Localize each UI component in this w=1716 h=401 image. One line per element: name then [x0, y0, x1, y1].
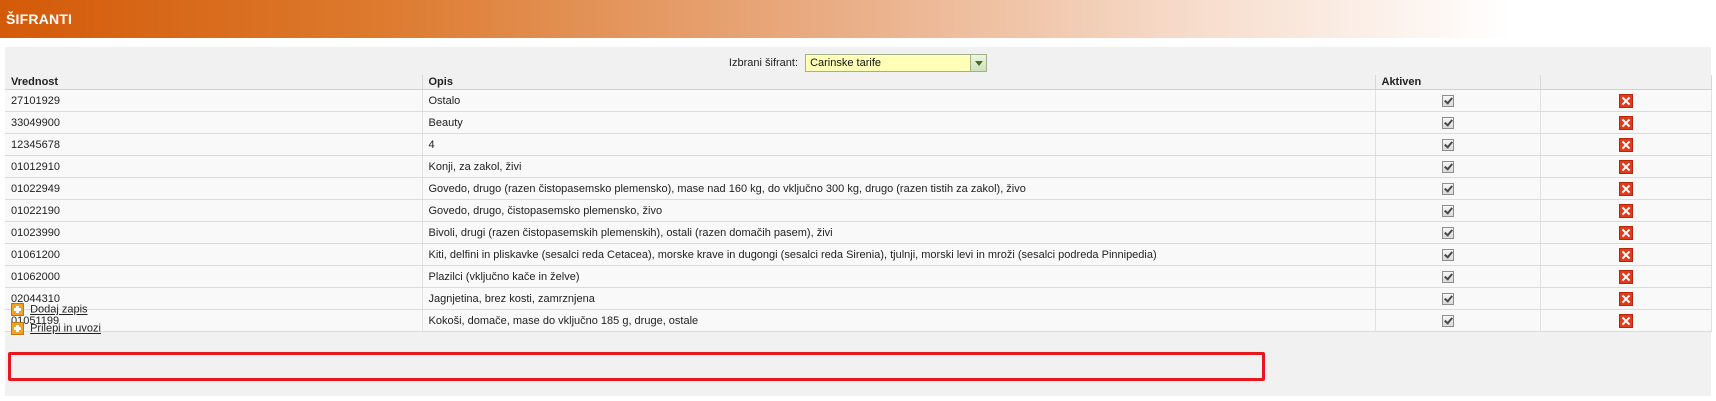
cell-actions — [1540, 265, 1712, 288]
delete-icon[interactable] — [1618, 159, 1633, 174]
cell-aktiven — [1375, 243, 1541, 266]
delete-icon[interactable] — [1618, 291, 1633, 306]
codelist-selector-label: Izbrani šifrant: — [728, 57, 799, 69]
paste-import-link[interactable]: Prilepi in uvozi — [30, 323, 101, 335]
column-header-actions — [1540, 75, 1712, 90]
delete-icon[interactable] — [1618, 313, 1633, 328]
delete-icon[interactable] — [1618, 181, 1633, 196]
paste-import-action[interactable]: Prilepi in uvozi — [11, 322, 101, 335]
column-header-aktiven[interactable]: Aktiven — [1375, 75, 1541, 90]
cell-opis: Govedo, drugo, čistopasemsko plemensko, … — [422, 199, 1376, 222]
table-row[interactable]: 01061200 Kiti, delfini in pliskavke (sesa… — [5, 243, 1712, 266]
cell-actions — [1540, 155, 1712, 178]
cell-opis: Jagnjetina, brez kosti, zamrznjena — [422, 287, 1376, 310]
codelist-select-value: Carinske tarife — [810, 57, 881, 69]
delete-icon[interactable] — [1618, 247, 1633, 262]
cell-aktiven — [1375, 221, 1541, 244]
active-checkbox[interactable] — [1441, 204, 1454, 217]
delete-icon[interactable] — [1618, 115, 1633, 130]
delete-icon[interactable] — [1618, 225, 1633, 240]
cell-actions — [1540, 177, 1712, 200]
cell-vrednost: 12345678 — [5, 133, 423, 156]
active-checkbox[interactable] — [1441, 94, 1454, 107]
active-checkbox[interactable] — [1441, 116, 1454, 129]
cell-aktiven — [1375, 265, 1541, 288]
active-checkbox[interactable] — [1441, 160, 1454, 173]
table-row[interactable]: 01062000 Plazilci (vključno kače in želve… — [5, 265, 1712, 288]
table-header-row: Vrednost Opis Aktiven — [5, 75, 1712, 90]
active-checkbox[interactable] — [1441, 270, 1454, 283]
column-header-opis[interactable]: Opis — [422, 75, 1376, 90]
page-header: ŠIFRANTI — [0, 0, 1716, 38]
delete-icon[interactable] — [1618, 269, 1633, 284]
cell-aktiven — [1375, 111, 1541, 134]
cell-vrednost: 01061200 — [5, 243, 423, 266]
table-row[interactable]: 01023990 Bivoli, drugi (razen čistopasems… — [5, 221, 1712, 244]
cell-actions — [1540, 111, 1712, 134]
cell-vrednost: 01022190 — [5, 199, 423, 222]
cell-actions — [1540, 133, 1712, 156]
cell-vrednost: 01022949 — [5, 177, 423, 200]
table-row[interactable]: 12345678 4 — [5, 133, 1712, 156]
table-row[interactable]: 01051199 Kokoši, domače, mase do vključno… — [5, 309, 1712, 332]
cell-vrednost: 01023990 — [5, 221, 423, 244]
cell-aktiven — [1375, 199, 1541, 222]
codelist-selector-bar: Izbrani šifrant: Carinske tarife — [5, 54, 1711, 74]
table-row[interactable]: 01022190 Govedo, drugo, čistopasemsko ple… — [5, 199, 1712, 222]
cell-opis: Plazilci (vključno kače in želve) — [422, 265, 1376, 288]
cell-actions — [1540, 221, 1712, 244]
cell-actions — [1540, 243, 1712, 266]
cell-aktiven — [1375, 155, 1541, 178]
content-panel: Izbrani šifrant: Carinske tarife Vrednos… — [5, 47, 1712, 396]
cell-vrednost: 01012910 — [5, 155, 423, 178]
cell-actions — [1540, 89, 1712, 112]
cell-opis: Ostalo — [422, 89, 1376, 112]
cell-aktiven — [1375, 133, 1541, 156]
cell-aktiven — [1375, 287, 1541, 310]
cell-actions — [1540, 287, 1712, 310]
cell-actions — [1540, 309, 1712, 332]
cell-opis: Kiti, delfini in pliskavke (sesalci reda… — [422, 243, 1376, 266]
active-checkbox[interactable] — [1441, 226, 1454, 239]
cell-actions — [1540, 199, 1712, 222]
codelist-select[interactable]: Carinske tarife — [805, 54, 988, 72]
cell-opis: Beauty — [422, 111, 1376, 134]
cell-vrednost: 27101929 — [5, 89, 423, 112]
plus-icon — [11, 322, 24, 335]
cell-aktiven — [1375, 309, 1541, 332]
cell-vrednost: 01062000 — [5, 265, 423, 288]
delete-icon[interactable] — [1618, 93, 1633, 108]
column-header-vrednost[interactable]: Vrednost — [5, 75, 423, 90]
cell-opis: Bivoli, drugi (razen čistopasemskih plem… — [422, 221, 1376, 244]
cell-opis: Konji, za zakol, živi — [422, 155, 1376, 178]
delete-icon[interactable] — [1618, 137, 1633, 152]
table-row[interactable]: 33049900 Beauty — [5, 111, 1712, 134]
cell-aktiven — [1375, 89, 1541, 112]
active-checkbox[interactable] — [1441, 292, 1454, 305]
cell-vrednost: 33049900 — [5, 111, 423, 134]
active-checkbox[interactable] — [1441, 182, 1454, 195]
active-checkbox[interactable] — [1441, 138, 1454, 151]
cell-opis: Govedo, drugo (razen čistopasemsko pleme… — [422, 177, 1376, 200]
active-checkbox[interactable] — [1441, 248, 1454, 261]
table-row[interactable]: 01022949 Govedo, drugo (razen čistopasems… — [5, 177, 1712, 200]
add-record-link[interactable]: Dodaj zapis — [30, 304, 87, 316]
highlighted-row-outline — [8, 352, 1265, 381]
table-body: 27101929 Ostalo 33049900 Beauty 12345678 4 010… — [5, 89, 1712, 332]
table-row[interactable]: 02044310 Jagnjetina, brez kosti, zamrznje… — [5, 287, 1712, 310]
table-row[interactable]: 27101929 Ostalo — [5, 89, 1712, 112]
cell-opis: 4 — [422, 133, 1376, 156]
page-title: ŠIFRANTI — [6, 11, 73, 27]
chevron-down-icon[interactable] — [970, 55, 987, 71]
table-row[interactable]: 01012910 Konji, za zakol, živi — [5, 155, 1712, 178]
active-checkbox[interactable] — [1441, 314, 1454, 327]
plus-icon — [11, 303, 24, 316]
cell-aktiven — [1375, 177, 1541, 200]
cell-opis: Kokoši, domače, mase do vključno 185 g, … — [422, 309, 1376, 332]
delete-icon[interactable] — [1618, 203, 1633, 218]
add-record-action[interactable]: Dodaj zapis — [11, 303, 88, 316]
codelist-table: Vrednost Opis Aktiven 27101929 Ostalo 3304… — [5, 75, 1712, 332]
